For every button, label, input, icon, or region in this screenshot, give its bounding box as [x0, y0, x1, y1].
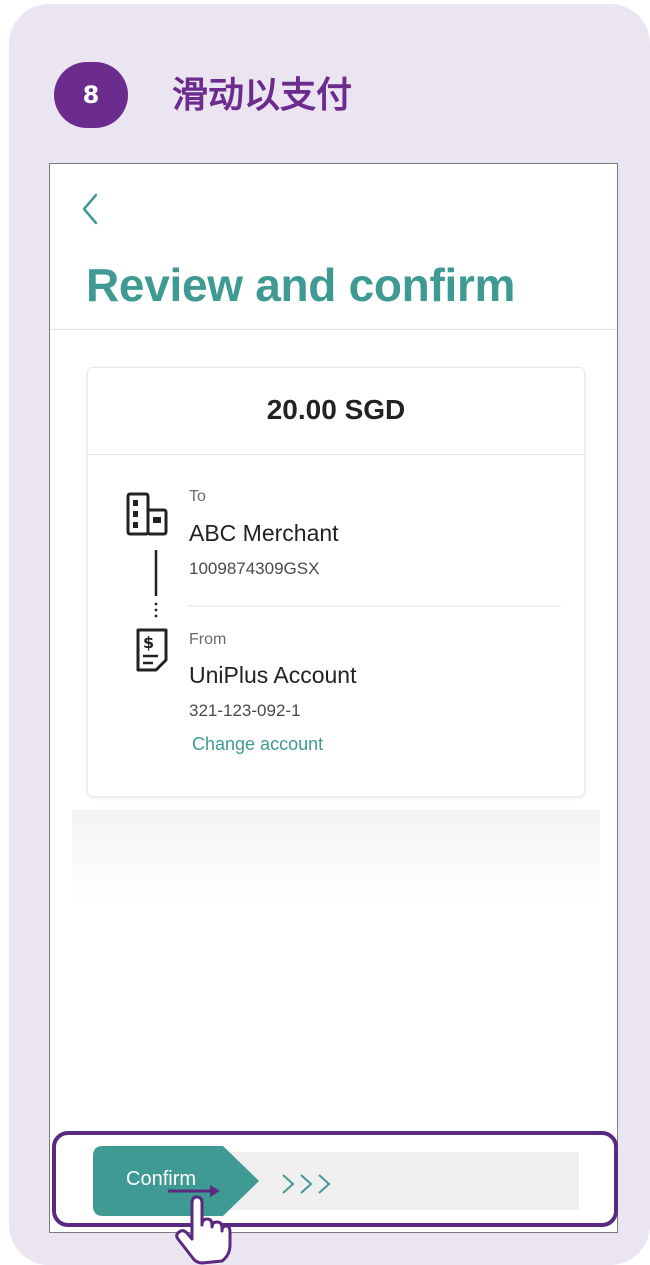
connector-line [154, 550, 158, 618]
change-account-link[interactable]: Change account [192, 734, 323, 755]
to-label: To [189, 488, 206, 505]
svg-text:$: $ [143, 633, 154, 652]
triple-chevron-right-icon [282, 1174, 331, 1194]
merchant-name: ABC Merchant [189, 520, 339, 546]
to-section-divider [187, 605, 561, 607]
content-placeholder [72, 810, 600, 910]
card-divider [88, 454, 584, 455]
page-title: Review and confirm [86, 259, 516, 311]
source-account-name: UniPlus Account [189, 662, 357, 688]
payment-amount: 20.00 SGD [266, 394, 406, 425]
from-label: From [189, 631, 227, 648]
chevron-left-icon[interactable] [78, 191, 102, 227]
merchant-account-number: 1009874309GSX [189, 559, 320, 578]
step-title: 滑动以支付 [172, 75, 353, 116]
header-divider [50, 329, 617, 330]
source-account-number: 321-123-092-1 [189, 701, 301, 720]
merchant-building-icon [126, 492, 168, 536]
review-card: 20.00 SGD To ABC Merchant 1009874309GSX … [87, 367, 585, 797]
receipt-dollar-icon: $ [136, 628, 168, 672]
step-number-badge: 8 [54, 62, 128, 128]
phone-screen: Review and confirm 20.00 SGD To ABC Merc… [49, 163, 618, 1233]
pointing-hand-icon [175, 1195, 232, 1265]
